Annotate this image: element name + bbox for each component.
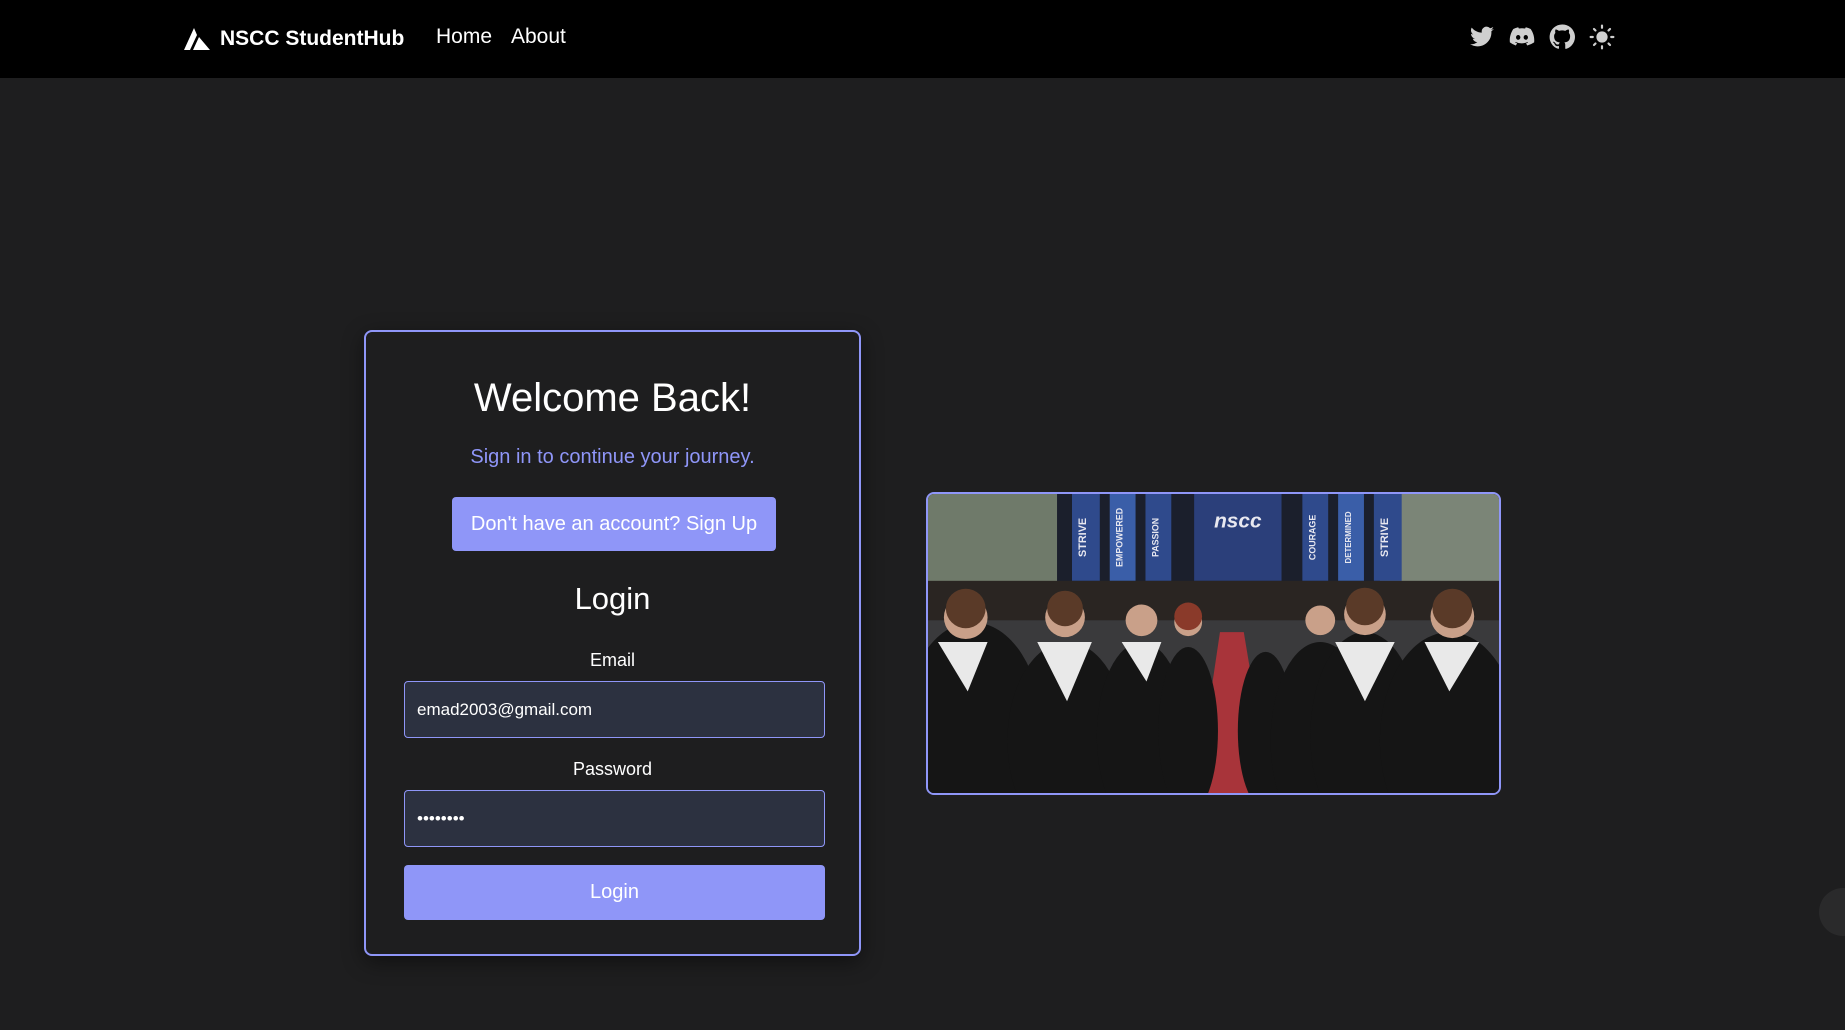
floating-widget[interactable] [1819, 888, 1845, 936]
email-field[interactable] [404, 681, 825, 738]
twitter-icon[interactable] [1469, 24, 1495, 50]
welcome-title: Welcome Back! [473, 376, 752, 420]
banner-passion: PASSION [1150, 518, 1160, 557]
banner-courage: COURAGE [1307, 515, 1317, 560]
banner-empowered: EMPOWERED [1115, 507, 1125, 567]
brand-link[interactable]: NSCC StudentHub [184, 25, 404, 53]
welcome-subtitle: Sign in to continue your journey. [470, 446, 755, 468]
banner-strive-1: STRIVE [1077, 518, 1089, 557]
github-icon[interactable] [1549, 24, 1575, 50]
nav-home-link[interactable]: Home [436, 25, 492, 49]
password-label: Password [572, 759, 653, 779]
graduation-photo: STRIVE EMPOWERED PASSION nscc COURAGE DE… [926, 492, 1501, 795]
signup-button[interactable]: Don't have an account? Sign Up [452, 497, 776, 551]
login-form-title: Login [574, 581, 651, 616]
top-navbar: NSCC StudentHub Home About [0, 0, 1845, 78]
banner-nscc: nscc [1214, 510, 1262, 533]
social-icons [1469, 24, 1615, 50]
discord-icon[interactable] [1509, 24, 1535, 50]
login-button[interactable]: Login [404, 865, 825, 920]
login-card: Welcome Back! Sign in to continue your j… [364, 330, 861, 956]
theme-toggle-icon[interactable] [1589, 24, 1615, 50]
password-field[interactable] [404, 790, 825, 847]
banner-strive-2: STRIVE [1379, 518, 1391, 557]
brand-logo-icon [184, 28, 210, 50]
brand-name: NSCC StudentHub [220, 27, 405, 50]
email-label: Email [589, 650, 635, 670]
nav-about-link[interactable]: About [511, 25, 566, 49]
banner-determined: DETERMINED [1344, 511, 1353, 563]
